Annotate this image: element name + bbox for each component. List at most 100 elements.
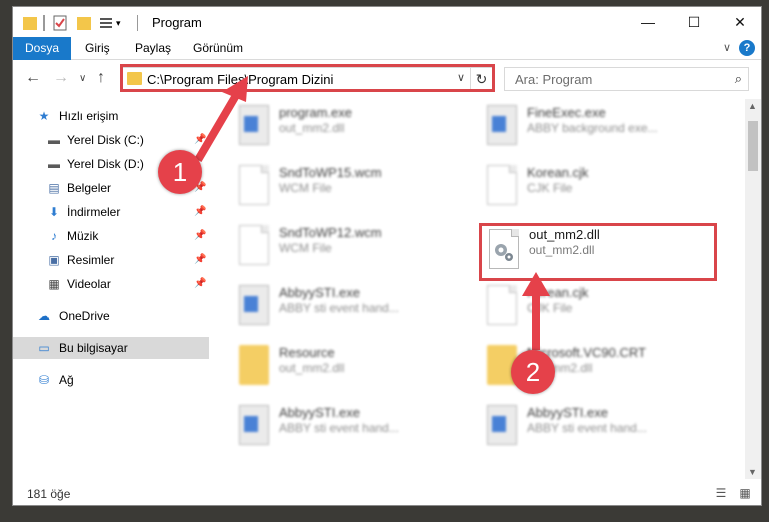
title-bar: ▾ Program — ☐ ✕ [13, 7, 761, 37]
sidebar-item-downloads[interactable]: ⬇ İndirmeler 📌 [13, 201, 209, 223]
file-item[interactable]: program.exe out_mm2.dll [231, 99, 471, 155]
sidebar-item-pictures[interactable]: ▣ Resimler 📌 [13, 249, 209, 271]
application-icon [487, 105, 517, 145]
separator [43, 15, 45, 31]
help-icon[interactable]: ? [739, 40, 755, 56]
file-description: WCM File [279, 181, 332, 195]
sidebar-item-quick-access[interactable]: ★ Hızlı erişim [13, 105, 209, 127]
pin-icon: 📌 [194, 134, 207, 145]
recent-locations-icon[interactable]: ∨ [79, 73, 86, 84]
file-name: AbbyySTI.exe [279, 285, 360, 300]
file-item[interactable]: FineExec.exe ABBY background exe... [479, 99, 719, 155]
properties-icon[interactable] [53, 15, 67, 31]
sidebar-item-disk-c[interactable]: ▬ Yerel Disk (C:) 📌 [13, 129, 209, 151]
ribbon: Dosya Giriş Paylaş Görünüm ∨ ? [13, 37, 761, 60]
file-item[interactable]: Resource out_mm2.dll [231, 339, 471, 395]
file-name: Korean.cjk [527, 285, 589, 300]
file-name: AbbyySTI.exe [527, 405, 608, 420]
scroll-thumb[interactable] [748, 121, 758, 171]
sidebar-item-this-pc[interactable]: ▭ Bu bilgisayar [13, 337, 209, 359]
sidebar-item-label: Videolar [67, 277, 111, 291]
document-icon [487, 165, 517, 205]
maximize-button[interactable]: ☐ [671, 7, 717, 37]
application-icon [239, 405, 269, 445]
tab-share[interactable]: Paylaş [123, 37, 183, 60]
forward-button[interactable]: → [53, 69, 69, 87]
file-item[interactable]: SndToWP15.wcm WCM File [231, 159, 471, 215]
application-icon [487, 405, 517, 445]
sidebar-item-videos[interactable]: ▦ Videolar 📌 [13, 273, 209, 295]
back-button[interactable]: ← [25, 69, 41, 87]
star-icon: ★ [38, 109, 50, 123]
file-name: AbbyySTI.exe [279, 405, 360, 420]
sidebar-item-label: Yerel Disk (C:) [67, 133, 144, 147]
document-icon [239, 225, 269, 265]
music-icon: ♪ [51, 229, 57, 243]
tab-file[interactable]: Dosya [13, 37, 72, 60]
separator [137, 15, 138, 31]
document-icon [239, 165, 269, 205]
details-view-icon[interactable]: ☰ [713, 486, 729, 502]
file-item[interactable]: Korean.cjk CJK File [479, 159, 719, 215]
sidebar-item-network[interactable]: ⛁ Ağ [13, 369, 209, 391]
document-icon [487, 285, 517, 325]
sidebar-item-label: Resimler [67, 253, 115, 267]
close-button[interactable]: ✕ [717, 7, 761, 37]
application-icon [239, 285, 269, 325]
tab-home[interactable]: Giriş [73, 37, 122, 60]
sidebar-item-label: Hızlı erişim [59, 109, 119, 123]
vertical-scrollbar[interactable]: ▲ ▼ [745, 99, 761, 479]
video-icon: ▦ [48, 277, 60, 291]
pin-icon: 📌 [194, 230, 207, 241]
up-button[interactable]: ↑ [97, 69, 105, 87]
search-icon: ⌕ [734, 71, 742, 86]
sidebar-item-music[interactable]: ♪ Müzik 📌 [13, 225, 209, 247]
address-highlight-box [120, 64, 495, 92]
sidebar-item-onedrive[interactable]: ☁ OneDrive [13, 305, 209, 327]
search-placeholder: Ara: Program [515, 72, 593, 87]
folder-icon [23, 15, 37, 31]
view-menu-icon[interactable] [99, 15, 113, 31]
file-description: CJK File [527, 301, 573, 315]
step-2-marker: 2 [511, 350, 555, 394]
sidebar-item-label: Belgeler [67, 181, 112, 195]
document-icon: ▤ [48, 181, 60, 195]
cloud-icon: ☁ [38, 309, 50, 323]
network-icon: ⛁ [38, 373, 50, 387]
sidebar-item-label: Müzik [67, 229, 99, 243]
window-title: Program [152, 15, 202, 30]
expand-ribbon-icon[interactable]: ∨ [723, 41, 731, 54]
file-item[interactable]: AbbyySTI.exe ABBY sti event hand... [479, 399, 719, 455]
file-explorer-window: ▾ Program — ☐ ✕ Dosya Giriş Paylaş Görün… [12, 6, 762, 506]
file-item[interactable]: Korean.cjk CJK File [479, 279, 719, 335]
new-folder-icon[interactable] [77, 15, 91, 31]
quick-access-dropdown-icon[interactable]: ▾ [116, 15, 126, 31]
file-highlight-box [479, 223, 717, 281]
application-icon [239, 105, 269, 145]
search-input[interactable]: Ara: Program ⌕ [504, 67, 749, 91]
tab-view[interactable]: Görünüm [181, 37, 255, 60]
step-1-marker: 1 [158, 150, 202, 194]
file-description: out_mm2.dll [279, 121, 345, 135]
pin-icon: 📌 [194, 254, 207, 265]
file-description: WCM File [279, 241, 332, 255]
scroll-up-icon[interactable]: ▲ [748, 101, 757, 111]
file-item[interactable]: AbbyySTI.exe ABBY sti event hand... [231, 399, 471, 455]
file-name: Korean.cjk [527, 165, 589, 180]
file-name: SndToWP15.wcm [279, 165, 382, 180]
file-item[interactable]: AbbyySTI.exe ABBY sti event hand... [231, 279, 471, 335]
sidebar-item-label: OneDrive [59, 309, 110, 323]
file-item[interactable]: SndToWP12.wcm WCM File [231, 219, 471, 275]
file-name: FineExec.exe [527, 105, 606, 120]
download-icon: ⬇ [48, 205, 60, 219]
file-list: program.exe out_mm2.dll FineExec.exe ABB… [211, 99, 745, 479]
status-bar: 181 öğe ☰ ▦ [13, 483, 761, 505]
file-name: SndToWP12.wcm [279, 225, 382, 240]
file-description: ABBY sti event hand... [279, 301, 399, 315]
large-icons-view-icon[interactable]: ▦ [737, 486, 753, 502]
minimize-button[interactable]: — [625, 7, 671, 37]
scroll-down-icon[interactable]: ▼ [748, 467, 757, 477]
file-description: ABBY sti event hand... [279, 421, 399, 435]
sidebar-item-label: Bu bilgisayar [59, 341, 128, 355]
sidebar-item-label: Yerel Disk (D:) [67, 157, 144, 171]
